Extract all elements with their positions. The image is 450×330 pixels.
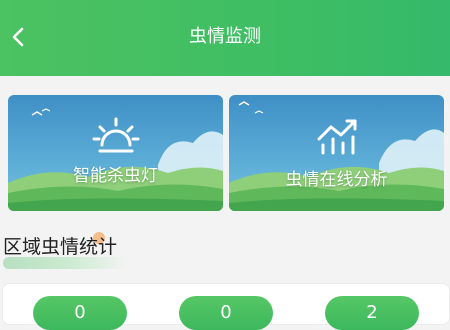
card-label: 虫情在线分析 — [285, 170, 388, 190]
stat-pill-2[interactable]: 0 — [179, 296, 273, 330]
header-bar: 虫情监测 — [0, 0, 450, 76]
page-title: 虫情监测 — [189, 26, 261, 47]
sun-lamp-icon — [92, 117, 140, 153]
section-title: 区域虫情统计 — [3, 236, 118, 258]
stat-pill-1[interactable]: 0 — [33, 296, 127, 330]
card-label: 智能杀虫灯 — [73, 166, 158, 186]
card-insect-online-analysis[interactable]: 虫情在线分析 — [229, 95, 444, 211]
bar-chart-trend-icon — [317, 119, 357, 155]
stat-pill-3[interactable]: 2 — [325, 296, 419, 330]
card-smart-insect-lamp[interactable]: 智能杀虫灯 — [8, 95, 223, 211]
